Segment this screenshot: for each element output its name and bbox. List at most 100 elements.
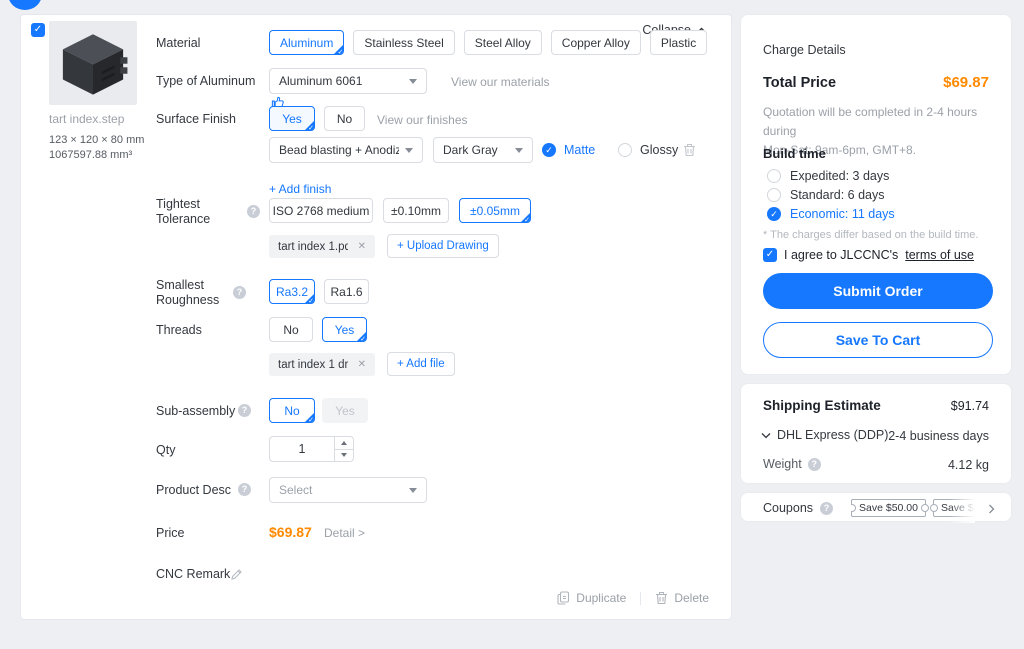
roughness-option-ra16[interactable]: Ra1.6 — [324, 279, 369, 304]
shipping-method: DHL Express (DDP) — [777, 428, 888, 442]
trash-icon[interactable] — [683, 143, 696, 157]
part-3d-preview-icon — [57, 30, 129, 96]
submit-order-button[interactable]: Submit Order — [763, 273, 993, 309]
material-option-aluminum[interactable]: Aluminum✓ — [269, 30, 344, 55]
shipping-title: Shipping Estimate — [763, 398, 881, 413]
coupons-label: Coupons — [763, 501, 813, 515]
threads-file-chip: tart index 1 drawi... ✕ — [269, 353, 375, 376]
roughness-help-icon[interactable]: ? — [233, 286, 246, 299]
chevron-right-icon[interactable] — [988, 504, 995, 514]
arrow-down-icon — [341, 453, 347, 457]
threads-yes-button[interactable]: Yes✓ — [322, 317, 367, 342]
weight-help-icon[interactable]: ? — [808, 458, 821, 471]
product-desc-label: Product Desc — [156, 483, 231, 498]
tolerance-help-icon[interactable]: ? — [247, 205, 260, 218]
part-select-checkbox[interactable]: ✓ — [31, 23, 45, 37]
chevron-down-icon — [761, 432, 771, 439]
glossy-radio-off[interactable] — [618, 143, 632, 157]
roughness-option-ra32[interactable]: Ra3.2✓ — [269, 279, 315, 304]
selected-check-icon: ✓ — [308, 124, 314, 131]
subassembly-yes-button[interactable]: Yes — [322, 398, 368, 423]
qty-decrement-button[interactable] — [335, 450, 353, 462]
build-time-note: * The charges differ based on the build … — [763, 229, 978, 241]
finish-process-dropdown[interactable]: Bead blasting + Anodizi — [269, 137, 423, 163]
radio-off-icon — [767, 169, 781, 183]
material-options: Aluminum✓ Stainless Steel Steel Alloy Co… — [269, 30, 707, 55]
finish-process-value: Bead blasting + Anodizi — [279, 143, 399, 157]
surface-finish-yes-button[interactable]: Yes✓ — [269, 106, 315, 131]
chevron-down-icon — [409, 79, 417, 84]
divider — [640, 592, 641, 605]
qty-stepper: 1 — [269, 436, 354, 462]
threads-file-name: tart index 1 drawi... — [278, 359, 348, 371]
build-time-option-economic[interactable]: ✓ Economic: 11 days — [767, 207, 895, 221]
subassembly-toggle: No✓ Yes — [269, 398, 368, 423]
shipping-duration: 2-4 business days — [888, 429, 989, 443]
tolerance-option-005[interactable]: ±0.05mm✓ — [459, 198, 531, 223]
delete-button[interactable]: Delete — [655, 591, 709, 605]
qty-increment-button[interactable] — [335, 437, 353, 450]
remove-file-icon[interactable]: ✕ — [358, 241, 366, 252]
remove-file-icon[interactable]: ✕ — [358, 359, 366, 370]
chevron-down-icon — [409, 488, 417, 493]
aluminum-type-dropdown[interactable]: Aluminum 6061 — [269, 68, 427, 94]
finish-color-dropdown[interactable]: Dark Gray — [433, 137, 533, 163]
add-finish-link[interactable]: + Add finish — [269, 182, 331, 196]
aluminum-type-value: Aluminum 6061 — [279, 74, 362, 88]
material-option-plastic[interactable]: Plastic — [650, 30, 707, 55]
build-time-option-standard[interactable]: Standard: 6 days — [767, 188, 885, 202]
selected-check-icon: ✓ — [337, 48, 343, 55]
row-actions: Duplicate Delete — [557, 591, 709, 605]
save-to-cart-button[interactable]: Save To Cart — [763, 322, 993, 358]
material-label: Material — [156, 36, 200, 51]
product-desc-dropdown[interactable]: Select — [269, 477, 427, 503]
product-desc-help-icon[interactable]: ? — [238, 483, 251, 496]
subassembly-help-icon[interactable]: ? — [238, 404, 251, 417]
tolerance-options: ISO 2768 medium ±0.10mm ±0.05mm✓ — [269, 198, 531, 223]
threads-toggle: No Yes✓ — [269, 317, 367, 342]
shipping-method-row[interactable]: DHL Express (DDP) — [761, 428, 888, 442]
material-option-stainless-steel[interactable]: Stainless Steel — [353, 30, 454, 55]
surface-finish-no-button[interactable]: No — [324, 106, 365, 131]
price-detail-link[interactable]: Detail > — [324, 526, 365, 540]
shipping-estimate-card: Shipping Estimate $91.74 DHL Express (DD… — [740, 383, 1012, 484]
tolerance-label: Tightest Tolerance — [156, 197, 210, 227]
qty-input[interactable]: 1 — [270, 437, 334, 461]
corner-blue-badge[interactable] — [8, 0, 42, 10]
add-file-button[interactable]: + Add file — [387, 352, 455, 376]
threads-no-button[interactable]: No — [269, 317, 313, 342]
upload-drawing-button[interactable]: + Upload Drawing — [387, 234, 499, 258]
agree-checkbox[interactable]: ✓ — [763, 248, 777, 262]
matte-label: Matte — [564, 143, 595, 157]
material-option-copper-alloy[interactable]: Copper Alloy — [551, 30, 641, 55]
duplicate-icon — [557, 591, 570, 605]
coupon-chip-50[interactable]: Save $50.00 — [851, 499, 926, 517]
material-option-steel-alloy[interactable]: Steel Alloy — [464, 30, 542, 55]
coupons-help-icon[interactable]: ? — [820, 502, 833, 515]
arrow-up-icon — [341, 441, 347, 445]
build-time-option-expedited[interactable]: Expedited: 3 days — [767, 169, 889, 183]
selected-check-icon: ✓ — [308, 416, 314, 423]
tolerance-file-chip: tart index 1.pdf ✕ — [269, 235, 375, 258]
radio-on-icon: ✓ — [767, 207, 781, 221]
terms-of-use-link[interactable]: terms of use — [905, 248, 974, 262]
surface-finish-toggle: Yes✓ No — [269, 106, 365, 131]
tolerance-option-iso[interactable]: ISO 2768 medium — [269, 198, 373, 223]
part-filename: tart index.step — [49, 112, 124, 126]
part-thumbnail[interactable] — [49, 21, 137, 105]
view-finishes-link[interactable]: View our finishes — [377, 113, 468, 127]
glossy-radio-group[interactable]: Glossy — [618, 143, 678, 157]
product-desc-placeholder: Select — [279, 483, 312, 497]
matte-radio-group[interactable]: ✓ Matte — [542, 143, 595, 157]
matte-radio-on[interactable]: ✓ — [542, 143, 556, 157]
tolerance-option-010[interactable]: ±0.10mm — [383, 198, 449, 223]
total-price-value: $69.87 — [943, 74, 989, 91]
duplicate-button[interactable]: Duplicate — [557, 591, 626, 605]
pencil-edit-icon[interactable] — [230, 568, 243, 581]
part-dimensions: 123 × 120 × 80 mm — [49, 134, 144, 146]
cnc-remark-label: CNC Remark — [156, 567, 230, 582]
selected-check-icon: ✓ — [308, 297, 314, 304]
subassembly-label: Sub-assembly — [156, 404, 235, 419]
view-materials-link[interactable]: View our materials — [451, 75, 549, 89]
subassembly-no-button[interactable]: No✓ — [269, 398, 315, 423]
